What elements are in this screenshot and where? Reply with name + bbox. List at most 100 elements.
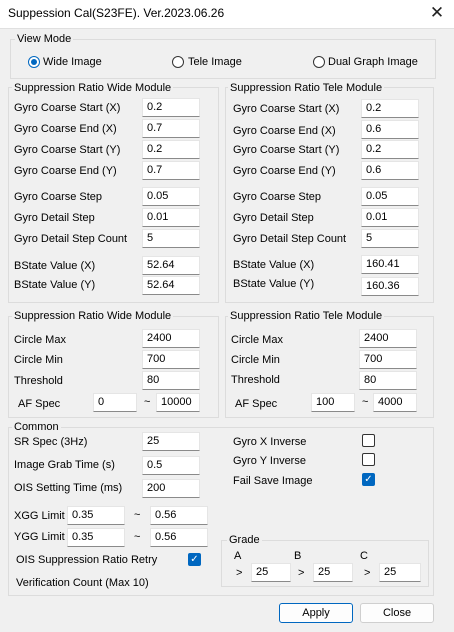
wide-af-spec-tilde: ~ [144, 396, 151, 408]
tele-gyro-coarse-start-x-input[interactable]: 0.2 [361, 99, 419, 118]
radio-wide-image[interactable] [28, 56, 40, 68]
wide-threshold-label: Threshold [14, 375, 63, 387]
sr-spec-label: SR Spec (3Hz) [14, 436, 88, 448]
wide-gyro-coarse-end-x-input[interactable]: 0.7 [142, 119, 200, 138]
gyro-x-inverse-checkbox[interactable] [362, 434, 375, 447]
ygg-limit-min-input[interactable]: 0.35 [67, 528, 125, 547]
radio-dual-graph-image[interactable] [313, 56, 325, 68]
tele-gyro-detail-step-count-label: Gyro Detail Step Count [233, 233, 347, 245]
tele-gyro-coarse-end-y-label: Gyro Coarse End (Y) [233, 165, 336, 177]
wide-circle-max-label: Circle Max [14, 334, 66, 346]
wide-circle-max-input[interactable]: 2400 [142, 329, 200, 348]
tele-af-spec-label: AF Spec [235, 398, 278, 410]
wide-ratio-title: Suppression Ratio Wide Module [12, 82, 174, 94]
wide-bstate-x-label: BState Value (X) [14, 260, 96, 272]
wide-gyro-coarse-start-y-input[interactable]: 0.2 [142, 140, 200, 159]
tele-gyro-coarse-start-y-input[interactable]: 0.2 [361, 140, 419, 159]
tele-bstate-y-input[interactable]: 160.36 [361, 277, 419, 296]
tele-bstate-x-label: BState Value (X) [233, 259, 315, 271]
common-title: Common [12, 421, 61, 433]
wide-gyro-coarse-start-x-input[interactable]: 0.2 [142, 98, 200, 117]
tele-circle-max-label: Circle Max [231, 334, 283, 346]
tele-circle-min-input[interactable]: 700 [359, 350, 417, 369]
apply-button[interactable]: Apply [279, 603, 353, 623]
wide-bstate-y-label: BState Value (Y) [14, 279, 96, 291]
wide-gyro-coarse-end-y-input[interactable]: 0.7 [142, 161, 200, 180]
wide-bstate-x-input[interactable]: 52.64 [142, 256, 200, 275]
tele-ratio-title: Suppression Ratio Tele Module [228, 82, 385, 94]
xgg-limit-label: XGG Limit [14, 510, 65, 522]
ois-setting-time-label: OIS Setting Time (ms) [14, 482, 123, 494]
wide-af-spec-min-input[interactable]: 0 [93, 393, 137, 412]
fail-save-image-label: Fail Save Image [233, 475, 313, 487]
verification-count-label: Verification Count (Max 10) [16, 577, 149, 589]
tele-gyro-detail-step-label: Gyro Detail Step [233, 212, 314, 224]
grade-c-input[interactable]: 25 [379, 563, 421, 582]
wide-gyro-detail-step-count-label: Gyro Detail Step Count [14, 233, 128, 245]
radio-wide-image-label: Wide Image [43, 56, 102, 68]
gyro-y-inverse-checkbox[interactable] [362, 453, 375, 466]
wide-gyro-coarse-end-y-label: Gyro Coarse End (Y) [14, 165, 117, 177]
wide-af-spec-max-input[interactable]: 10000 [156, 393, 200, 412]
checkmark-icon: ✓ [364, 474, 373, 485]
ygg-limit-max-input[interactable]: 0.56 [150, 528, 208, 547]
grade-a-input[interactable]: 25 [251, 563, 291, 582]
radio-tele-image[interactable] [172, 56, 184, 68]
tele-circle-title: Suppression Ratio Tele Module [228, 310, 385, 322]
xgg-limit-max-input[interactable]: 0.56 [150, 506, 208, 525]
wide-gyro-coarse-step-input[interactable]: 0.05 [142, 187, 200, 206]
wide-circle-min-input[interactable]: 700 [142, 350, 200, 369]
wide-gyro-detail-step-count-input[interactable]: 5 [142, 229, 200, 248]
tele-gyro-coarse-step-label: Gyro Coarse Step [233, 191, 322, 203]
wide-circle-min-label: Circle Min [14, 354, 63, 366]
gyro-y-inverse-label: Gyro Y Inverse [233, 455, 306, 467]
tele-circle-max-input[interactable]: 2400 [359, 329, 417, 348]
tele-gyro-coarse-step-input[interactable]: 0.05 [361, 187, 419, 206]
wide-bstate-y-input[interactable]: 52.64 [142, 276, 200, 295]
window-title: Suppession Cal(S23FE). Ver.2023.06.26 [8, 6, 225, 20]
wide-gyro-coarse-step-label: Gyro Coarse Step [14, 191, 103, 203]
wide-gyro-detail-step-input[interactable]: 0.01 [142, 208, 200, 227]
tele-gyro-coarse-end-x-input[interactable]: 0.6 [361, 120, 419, 139]
ois-retry-checkbox[interactable]: ✓ [188, 553, 201, 566]
tele-gyro-coarse-end-x-label: Gyro Coarse End (X) [233, 125, 336, 137]
tele-af-spec-min-input[interactable]: 100 [311, 393, 355, 412]
radio-tele-image-label: Tele Image [188, 56, 242, 68]
ygg-limit-label: YGG Limit [14, 531, 65, 543]
fail-save-image-checkbox[interactable]: ✓ [362, 473, 375, 486]
xgg-limit-min-input[interactable]: 0.35 [67, 506, 125, 525]
tele-bstate-x-input[interactable]: 160.41 [361, 255, 419, 274]
grade-b-letter: B [294, 550, 302, 562]
wide-gyro-detail-step-label: Gyro Detail Step [14, 212, 95, 224]
grade-title: Grade [227, 534, 262, 546]
grade-c-op: > [364, 567, 371, 579]
wide-threshold-input[interactable]: 80 [142, 371, 200, 390]
grade-b-input[interactable]: 25 [313, 563, 353, 582]
wide-gyro-coarse-start-x-label: Gyro Coarse Start (X) [14, 102, 121, 114]
tele-gyro-detail-step-input[interactable]: 0.01 [361, 208, 419, 227]
tele-gyro-coarse-end-y-input[interactable]: 0.6 [361, 161, 419, 180]
close-button[interactable]: Close [360, 603, 434, 623]
radio-dual-graph-image-label: Dual Graph Image [328, 56, 418, 68]
ois-setting-time-input[interactable]: 200 [142, 479, 200, 498]
wide-gyro-coarse-end-x-label: Gyro Coarse End (X) [14, 123, 117, 135]
image-grab-time-input[interactable]: 0.5 [142, 456, 200, 475]
grade-a-letter: A [234, 550, 242, 562]
tele-threshold-input[interactable]: 80 [359, 371, 417, 390]
tele-gyro-coarse-start-y-label: Gyro Coarse Start (Y) [233, 144, 340, 156]
checkmark-icon: ✓ [190, 554, 199, 565]
wide-gyro-coarse-start-y-label: Gyro Coarse Start (Y) [14, 144, 121, 156]
tele-threshold-label: Threshold [231, 374, 280, 386]
ygg-limit-tilde: ~ [134, 531, 141, 543]
tele-bstate-y-label: BState Value (Y) [233, 278, 315, 290]
tele-gyro-coarse-start-x-label: Gyro Coarse Start (X) [233, 103, 340, 115]
grade-a-op: > [236, 567, 243, 579]
wide-circle-title: Suppression Ratio Wide Module [12, 310, 174, 322]
tele-af-spec-max-input[interactable]: 4000 [373, 393, 417, 412]
sr-spec-input[interactable]: 25 [142, 432, 200, 451]
grade-c-letter: C [360, 550, 368, 562]
close-icon[interactable]: ✕ [424, 2, 450, 24]
gyro-x-inverse-label: Gyro X Inverse [233, 436, 307, 448]
image-grab-time-label: Image Grab Time (s) [14, 459, 115, 471]
tele-gyro-detail-step-count-input[interactable]: 5 [361, 229, 419, 248]
